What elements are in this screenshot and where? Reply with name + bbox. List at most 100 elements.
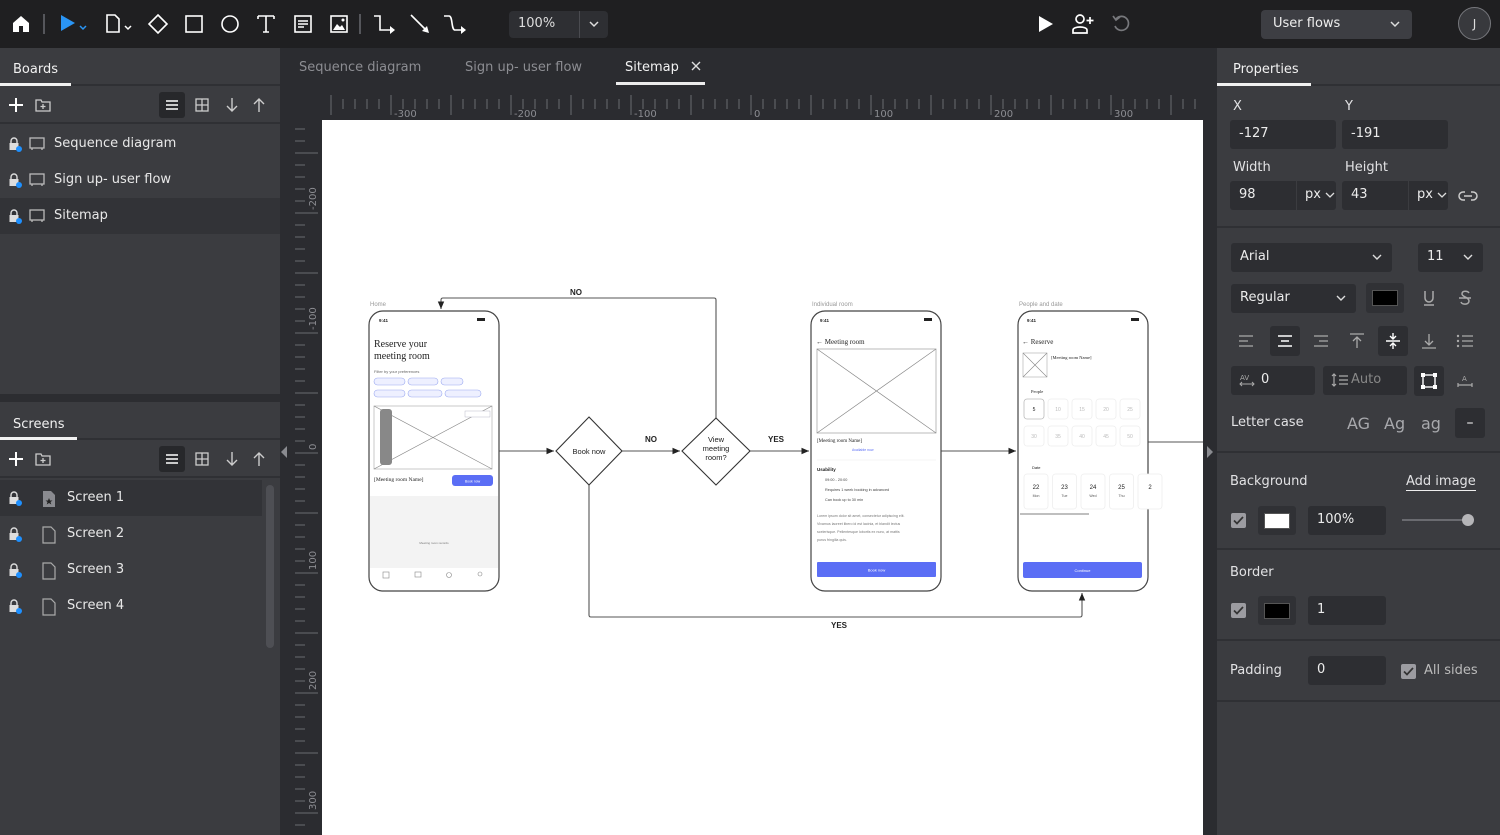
border-checkbox[interactable]: [1231, 603, 1246, 618]
bullet-list-button[interactable]: [1450, 326, 1480, 356]
align-left-button[interactable]: [1231, 326, 1261, 356]
screen-individual-room[interactable]: Individual room 9:41 ← Meeting room [Mee…: [810, 302, 942, 592]
width-unit-select[interactable]: px: [1296, 181, 1336, 210]
valign-bottom-button[interactable]: [1414, 326, 1444, 356]
properties-tab[interactable]: Properties: [1233, 62, 1299, 77]
lock-icon[interactable]: [8, 208, 22, 224]
x-input[interactable]: -127: [1230, 120, 1336, 149]
elbow-connector-button[interactable]: [370, 10, 398, 38]
y-input[interactable]: -191: [1342, 120, 1448, 149]
text-frame-button[interactable]: [1414, 366, 1444, 396]
user-flows-select[interactable]: User flows: [1261, 10, 1412, 39]
screen-item-4[interactable]: Screen 4: [0, 588, 262, 624]
play-button[interactable]: [1031, 10, 1059, 38]
people-option-label: 50: [1127, 434, 1133, 440]
home-button[interactable]: [7, 10, 35, 38]
align-center-button[interactable]: [1270, 326, 1300, 356]
boards-tab[interactable]: Boards: [13, 62, 58, 77]
screen-item-1[interactable]: Screen 1: [0, 480, 262, 516]
screens-tab[interactable]: Screens: [13, 417, 64, 432]
titlecase-button[interactable]: Ag: [1384, 414, 1405, 433]
lock-icon[interactable]: [8, 136, 22, 152]
ellipse-tool-button[interactable]: [216, 10, 244, 38]
add-folder-button[interactable]: [31, 447, 55, 471]
background-color-swatch[interactable]: [1258, 506, 1296, 535]
lock-ratio-button[interactable]: [1453, 181, 1483, 211]
close-tab-button[interactable]: [690, 60, 702, 72]
decision-view-meeting-room[interactable]: View meeting room?: [681, 417, 751, 486]
all-sides-checkbox[interactable]: [1401, 664, 1416, 679]
uppercase-button[interactable]: AG: [1347, 414, 1370, 433]
tab-sequence-diagram[interactable]: Sequence diagram: [299, 60, 421, 75]
tab-sitemap[interactable]: Sitemap: [625, 60, 679, 75]
add-screen-button[interactable]: [4, 447, 28, 471]
border-color-swatch[interactable]: [1258, 596, 1296, 625]
curved-connector-button[interactable]: [441, 10, 469, 38]
rectangle-tool-button[interactable]: [180, 10, 208, 38]
paragraph-tool-button[interactable]: [289, 10, 317, 38]
page-tool-button[interactable]: [103, 10, 137, 38]
text-tool-button[interactable]: [252, 10, 280, 38]
height-input[interactable]: 43 px: [1342, 181, 1448, 210]
height-unit-select[interactable]: px: [1408, 181, 1448, 210]
padding-input[interactable]: 0: [1308, 656, 1386, 685]
lock-icon[interactable]: [8, 598, 22, 614]
undo-button[interactable]: [1108, 10, 1136, 38]
user-avatar[interactable]: J: [1458, 7, 1491, 40]
background-opacity-input[interactable]: 100%: [1308, 506, 1386, 535]
screen-item-3[interactable]: Screen 3: [0, 552, 262, 588]
sort-down-button[interactable]: [220, 93, 244, 117]
screens-scrollbar[interactable]: [266, 485, 274, 648]
board-canvas[interactable]: NO NO YES YES Book now View meeting room…: [322, 120, 1203, 835]
valign-middle-button[interactable]: [1378, 326, 1408, 356]
list-view-button[interactable]: [159, 446, 185, 472]
underline-button[interactable]: [1414, 283, 1444, 313]
screen-item-2[interactable]: Screen 2: [0, 516, 262, 552]
line-height-input[interactable]: Auto: [1323, 366, 1407, 395]
screen-home[interactable]: Home 9:41 Reserve your meeting room Filt…: [368, 302, 500, 592]
board-item-sitemap[interactable]: Sitemap: [0, 198, 280, 234]
board-item-sign-up-user-flow[interactable]: Sign up- user flow: [0, 162, 262, 198]
font-size-select[interactable]: 11: [1418, 243, 1483, 272]
add-image-link[interactable]: Add image: [1406, 474, 1476, 491]
letter-spacing-input[interactable]: AV 0: [1231, 366, 1315, 395]
collapse-left-panel-icon[interactable]: [281, 446, 287, 458]
collapse-right-panel-icon[interactable]: [1207, 446, 1213, 458]
list-view-button[interactable]: [159, 92, 185, 118]
text-baseline-button[interactable]: A: [1450, 366, 1480, 396]
tab-sign-up-user-flow[interactable]: Sign up- user flow: [465, 60, 582, 75]
grid-view-button[interactable]: [190, 93, 214, 117]
opacity-slider-handle[interactable]: [1462, 514, 1474, 526]
font-weight-select[interactable]: Regular: [1231, 284, 1356, 313]
diamond-tool-button[interactable]: [144, 10, 172, 38]
straight-connector-button[interactable]: [406, 10, 434, 38]
sort-down-button[interactable]: [220, 447, 244, 471]
image-tool-button[interactable]: [325, 10, 353, 38]
valign-top-button[interactable]: [1342, 326, 1372, 356]
no-case-button[interactable]: –: [1455, 408, 1485, 438]
lock-icon[interactable]: [8, 172, 22, 188]
opacity-slider-track[interactable]: [1402, 519, 1468, 521]
lock-icon[interactable]: [8, 562, 22, 578]
add-folder-button[interactable]: [31, 93, 55, 117]
select-tool-button[interactable]: [56, 10, 92, 38]
strikethrough-button[interactable]: [1450, 283, 1480, 313]
zoom-select[interactable]: 100%: [509, 11, 608, 38]
grid-view-button[interactable]: [190, 447, 214, 471]
text-color-swatch[interactable]: [1366, 283, 1404, 313]
add-board-button[interactable]: [4, 93, 28, 117]
screen-people-and-date[interactable]: People and date 9:41 ← Reserve [Meeting …: [1017, 302, 1163, 592]
decision-book-now[interactable]: Book now: [555, 416, 623, 486]
align-right-button[interactable]: [1306, 326, 1336, 356]
sort-up-button[interactable]: [247, 93, 271, 117]
lock-icon[interactable]: [8, 526, 22, 542]
background-checkbox[interactable]: [1231, 513, 1246, 528]
font-family-select[interactable]: Arial: [1231, 243, 1392, 272]
sort-up-button[interactable]: [247, 447, 271, 471]
add-user-button[interactable]: [1069, 10, 1097, 38]
board-item-sequence-diagram[interactable]: Sequence diagram: [0, 126, 262, 162]
border-width-input[interactable]: 1: [1308, 596, 1386, 625]
width-input[interactable]: 98 px: [1230, 181, 1336, 210]
lowercase-button[interactable]: ag: [1421, 414, 1441, 433]
lock-icon[interactable]: [8, 490, 22, 506]
